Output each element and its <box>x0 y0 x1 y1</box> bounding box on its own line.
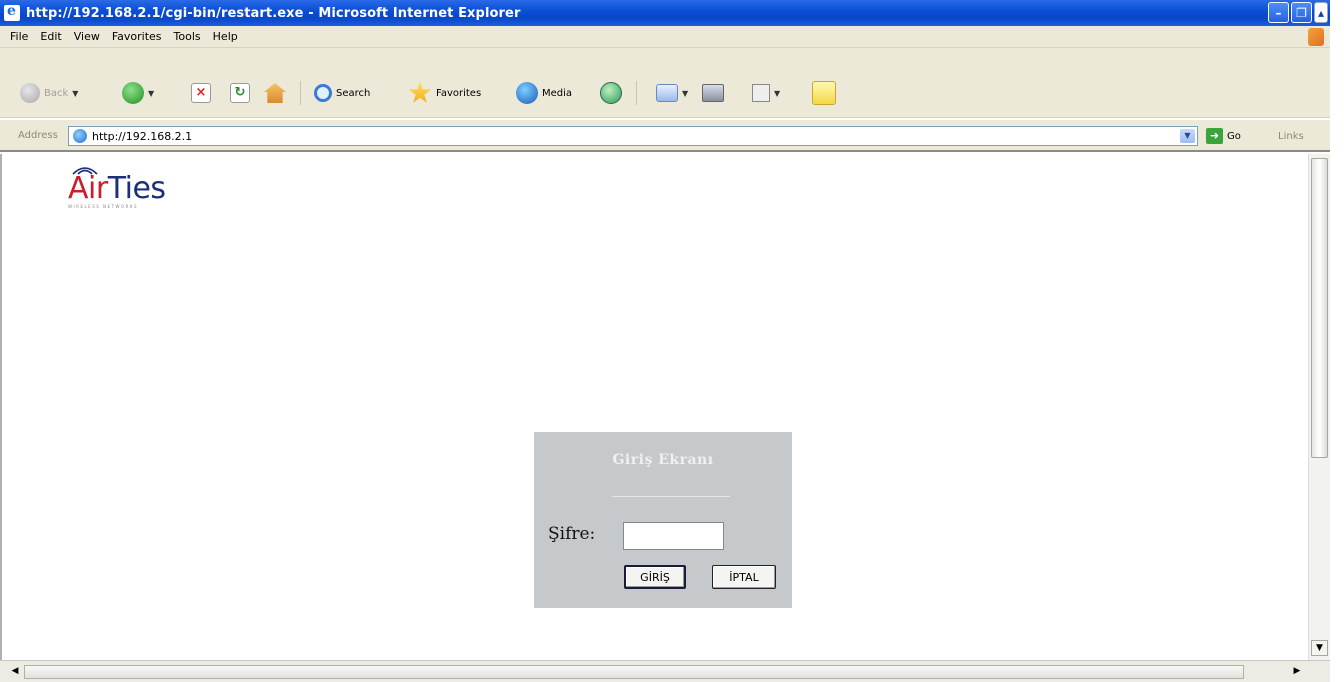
login-panel: Giriş Ekranı Şifre: GİRİŞ İPTAL <box>534 432 792 608</box>
media-icon <box>516 82 538 104</box>
menu-view[interactable]: View <box>68 30 106 43</box>
window-controls: – ❐ ▴ <box>1268 2 1328 23</box>
refresh-icon: ↻ <box>230 83 250 103</box>
home-icon <box>264 83 286 103</box>
scroll-right-icon[interactable]: ▶ <box>1290 664 1304 678</box>
back-dropdown-icon[interactable]: ▼ <box>72 89 78 98</box>
windows-flag-icon <box>1308 28 1324 46</box>
menu-favorites[interactable]: Favorites <box>106 30 168 43</box>
address-input[interactable]: http://192.168.2.1 ▼ <box>68 126 1198 146</box>
horizontal-scrollbar[interactable]: ◀ ▶ <box>0 660 1330 682</box>
go-arrow-icon: ➜ <box>1206 128 1223 144</box>
logo-wordmark: AirTies <box>68 172 218 206</box>
messenger-button[interactable] <box>812 78 836 108</box>
window-title: http://192.168.2.1/cgi-bin/restart.exe -… <box>26 5 521 21</box>
toolbar-separator <box>636 81 637 105</box>
logo-air: Air <box>68 171 108 206</box>
logo-ties: Ties <box>107 171 166 206</box>
menu-bar: File Edit View Favorites Tools Help <box>0 26 1330 48</box>
back-arrow-icon <box>20 83 40 103</box>
stop-icon: × <box>191 83 211 103</box>
title-bar: http://192.168.2.1/cgi-bin/restart.exe -… <box>0 0 1330 26</box>
page-icon <box>73 129 87 143</box>
forward-button[interactable]: ▼ <box>122 78 154 108</box>
address-label: Address <box>18 130 58 141</box>
stop-button[interactable]: × <box>191 78 211 108</box>
login-title: Giriş Ekranı <box>612 452 714 468</box>
scroll-left-icon[interactable]: ◀ <box>8 664 22 678</box>
ie-icon <box>4 3 20 21</box>
toolbar-separator <box>300 81 301 105</box>
home-button[interactable] <box>264 78 286 108</box>
print-button[interactable] <box>702 78 724 108</box>
close-button[interactable]: ▴ <box>1314 2 1328 23</box>
mail-button[interactable]: ▼ <box>656 78 688 108</box>
menu-file[interactable]: File <box>4 30 34 43</box>
horizontal-scroll-thumb[interactable] <box>24 665 1244 679</box>
address-url[interactable]: http://192.168.2.1 <box>92 130 192 143</box>
airties-logo: AirTies WIRELESS NETWORKS <box>68 167 218 222</box>
mail-dropdown-icon[interactable]: ▼ <box>682 89 688 98</box>
refresh-button[interactable]: ↻ <box>230 78 250 108</box>
window-right-edge <box>1330 0 1344 682</box>
login-divider <box>612 496 730 497</box>
printer-icon <box>702 84 724 102</box>
search-label: Search <box>336 87 371 99</box>
page-content: AirTies WIRELESS NETWORKS Giriş Ekranı Ş… <box>0 154 1308 660</box>
favorites-button[interactable]: Favorites <box>408 78 481 108</box>
toolbar: Back ▼ ▼ × ↻ Search Favorites Media ▼ ▼ <box>0 48 1330 118</box>
history-button[interactable] <box>600 78 622 108</box>
address-dropdown-icon[interactable]: ▼ <box>1180 129 1195 143</box>
restore-button[interactable]: ❐ <box>1291 2 1312 23</box>
edit-button[interactable]: ▼ <box>752 78 780 108</box>
forward-dropdown-icon[interactable]: ▼ <box>148 89 154 98</box>
minimize-button[interactable]: – <box>1268 2 1289 23</box>
menu-edit[interactable]: Edit <box>34 30 67 43</box>
wifi-signal-icon <box>72 167 98 175</box>
address-bar: Address http://192.168.2.1 ▼ ➜ Go Links <box>0 120 1330 152</box>
back-button[interactable]: Back ▼ <box>20 78 78 108</box>
go-label: Go <box>1227 130 1241 142</box>
edit-dropdown-icon[interactable]: ▼ <box>774 89 780 98</box>
cancel-button[interactable]: İPTAL <box>712 565 776 589</box>
vertical-scroll-thumb[interactable] <box>1311 158 1328 458</box>
links-label[interactable]: Links <box>1278 131 1304 142</box>
favorites-label: Favorites <box>436 87 482 99</box>
media-button[interactable]: Media <box>516 78 572 108</box>
menu-tools[interactable]: Tools <box>168 30 207 43</box>
note-icon <box>812 81 836 105</box>
back-label: Back <box>44 87 69 99</box>
password-field-wrapper <box>623 522 724 550</box>
menu-help[interactable]: Help <box>207 30 244 43</box>
password-label: Şifre: <box>548 524 596 544</box>
go-button[interactable]: ➜ Go <box>1206 128 1241 144</box>
vertical-scrollbar[interactable]: ▼ <box>1308 154 1330 660</box>
login-button[interactable]: GİRİŞ <box>624 565 686 589</box>
star-icon <box>408 81 432 103</box>
forward-arrow-icon <box>122 82 144 104</box>
edit-page-icon <box>752 84 770 102</box>
mail-icon <box>656 84 678 102</box>
media-label: Media <box>542 87 573 99</box>
scroll-down-icon[interactable]: ▼ <box>1311 640 1328 656</box>
search-button[interactable]: Search <box>314 78 370 108</box>
history-icon <box>600 82 622 104</box>
password-field[interactable] <box>624 523 723 549</box>
search-icon <box>314 84 332 102</box>
